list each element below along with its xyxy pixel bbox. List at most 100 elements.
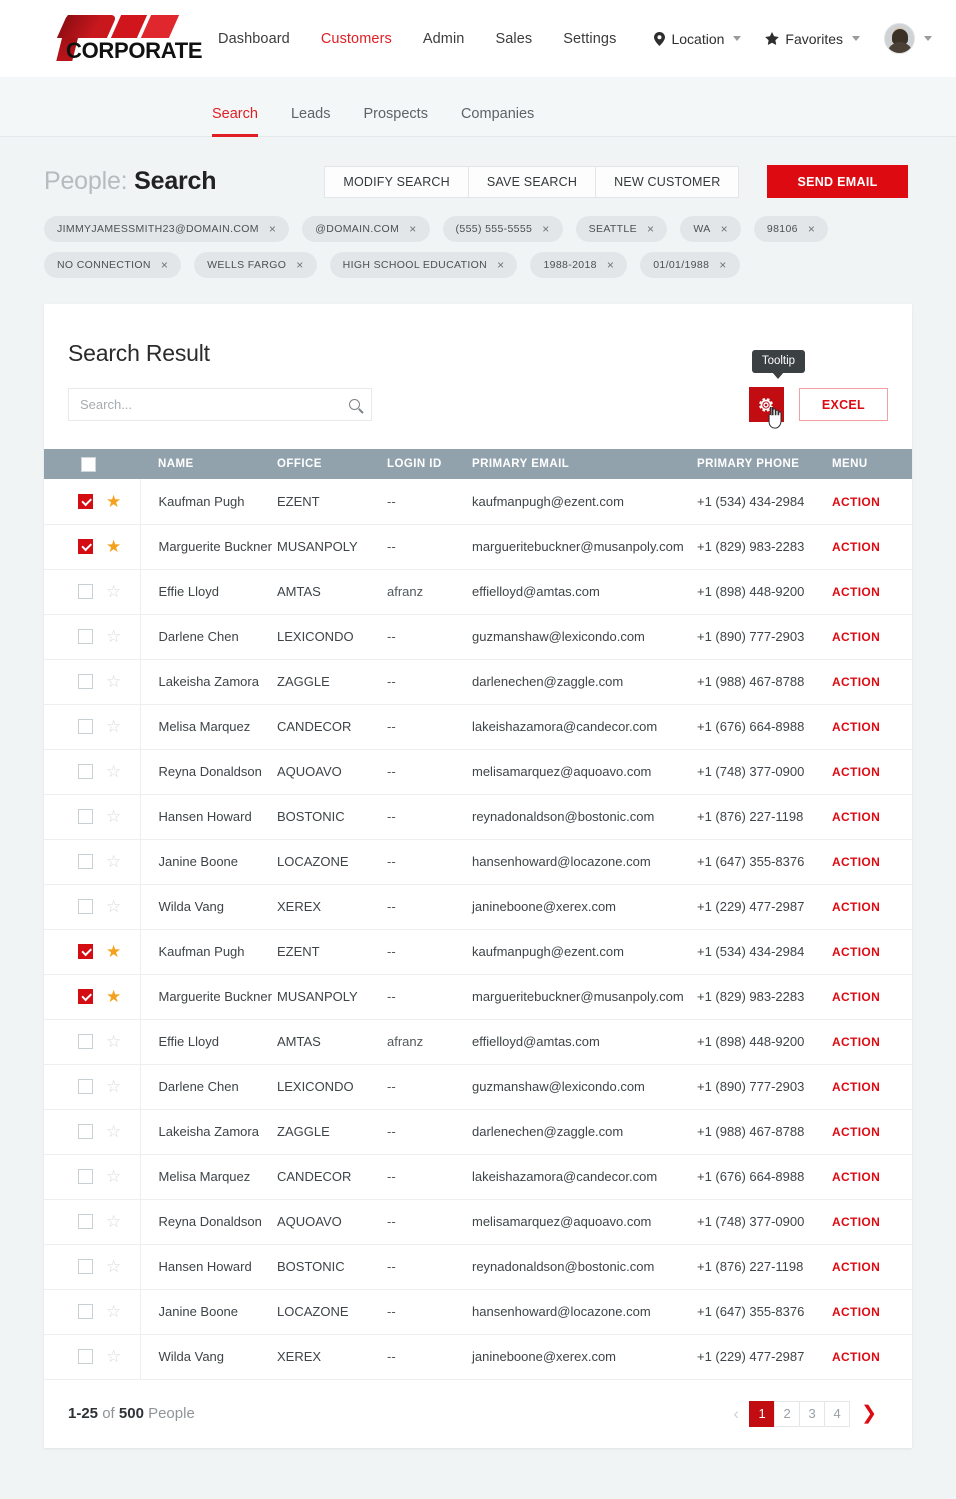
modify-search-button[interactable]: MODIFY SEARCH xyxy=(324,165,469,198)
row-action-link[interactable]: ACTION xyxy=(832,1125,880,1139)
chip-remove-icon[interactable]: × xyxy=(647,223,654,235)
filter-chip[interactable]: 01/01/1988 × xyxy=(640,252,740,278)
table-row[interactable]: ☆ Effie Lloyd AMTAS afranz effielloyd@amtas.… xyxy=(44,1019,912,1065)
filter-chip[interactable]: @DOMAIN.COM × xyxy=(302,216,430,242)
row-checkbox[interactable] xyxy=(78,584,93,600)
row-action-link[interactable]: ACTION xyxy=(832,1260,880,1274)
row-favorite-star-icon[interactable]: ☆ xyxy=(106,1167,121,1186)
row-favorite-star-icon[interactable]: ☆ xyxy=(106,1077,121,1096)
row-action-link[interactable]: ACTION xyxy=(832,810,880,824)
row-favorite-star-icon[interactable]: ☆ xyxy=(106,1302,121,1321)
send-email-button[interactable]: SEND EMAIL xyxy=(767,165,908,198)
filter-chip[interactable]: JIMMYJAMESSMITH23@DOMAIN.COM × xyxy=(44,216,290,242)
row-checkbox[interactable] xyxy=(78,899,93,915)
row-favorite-star-icon[interactable]: ★ xyxy=(106,492,121,511)
row-action-link[interactable]: ACTION xyxy=(832,495,880,509)
row-action-link[interactable]: ACTION xyxy=(832,990,880,1004)
table-row[interactable]: ★ Kaufman Pugh EZENT -- kaufmanpugh@ezent.co… xyxy=(44,929,912,975)
row-favorite-star-icon[interactable]: ☆ xyxy=(106,762,121,781)
select-all-checkbox[interactable] xyxy=(81,456,96,472)
chip-remove-icon[interactable]: × xyxy=(161,259,168,271)
row-checkbox[interactable] xyxy=(78,1079,93,1095)
row-favorite-star-icon[interactable]: ☆ xyxy=(106,1347,121,1366)
excel-export-button[interactable]: EXCEL xyxy=(798,388,888,421)
table-row[interactable]: ★ Marguerite Buckner MUSANPOLY -- marguerite… xyxy=(44,974,912,1020)
user-menu[interactable] xyxy=(884,23,932,54)
table-row[interactable]: ☆ Reyna Donaldson AQUOAVO -- melisamarquez@a… xyxy=(44,1199,912,1245)
row-favorite-star-icon[interactable]: ★ xyxy=(106,987,121,1006)
row-favorite-star-icon[interactable]: ☆ xyxy=(106,897,121,916)
tab-prospects[interactable]: Prospects xyxy=(363,106,427,136)
nav-item-admin[interactable]: Admin xyxy=(423,31,465,47)
row-action-link[interactable]: ACTION xyxy=(832,1215,880,1229)
nav-item-dashboard[interactable]: Dashboard xyxy=(218,31,290,47)
nav-item-customers[interactable]: Customers xyxy=(321,31,392,47)
table-row[interactable]: ★ Kaufman Pugh EZENT -- kaufmanpugh@ezent.co… xyxy=(44,479,912,525)
column-name[interactable]: NAME xyxy=(140,449,277,479)
column-menu[interactable]: MENU xyxy=(832,449,912,479)
filter-chip[interactable]: WA × xyxy=(680,216,741,242)
row-checkbox[interactable] xyxy=(78,1259,93,1275)
table-row[interactable]: ☆ Darlene Chen LEXICONDO -- guzmanshaw@lexic… xyxy=(44,614,912,660)
filter-chip[interactable]: SEATTLE × xyxy=(575,216,668,242)
row-checkbox[interactable] xyxy=(78,809,93,825)
column-login-id[interactable]: LOGIN ID xyxy=(387,449,472,479)
chip-remove-icon[interactable]: × xyxy=(721,223,728,235)
row-checkbox[interactable] xyxy=(78,629,93,645)
filter-chip[interactable]: 1988-2018 × xyxy=(530,252,628,278)
row-checkbox[interactable] xyxy=(78,764,93,780)
row-favorite-star-icon[interactable]: ☆ xyxy=(106,1032,121,1051)
table-row[interactable]: ☆ Lakeisha Zamora ZAGGLE -- darlenechen@zagg… xyxy=(44,659,912,705)
row-action-link[interactable]: ACTION xyxy=(832,630,880,644)
chip-remove-icon[interactable]: × xyxy=(719,259,726,271)
favorites-selector[interactable]: Favorites xyxy=(765,31,860,47)
row-checkbox[interactable] xyxy=(78,1169,93,1185)
table-row[interactable]: ☆ Janine Boone LOCAZONE -- hansenhoward@loca… xyxy=(44,1289,912,1335)
row-favorite-star-icon[interactable]: ★ xyxy=(106,537,121,556)
row-action-link[interactable]: ACTION xyxy=(832,1035,880,1049)
filter-chip[interactable]: 98106 × xyxy=(753,216,829,242)
chip-remove-icon[interactable]: × xyxy=(296,259,303,271)
column-primary-email[interactable]: PRIMARY EMAIL xyxy=(472,449,697,479)
filter-chip[interactable]: (555) 555-5555 × xyxy=(442,216,563,242)
table-row[interactable]: ☆ Wilda Vang XEREX -- janineboone@xerex.com +… xyxy=(44,884,912,930)
table-row[interactable]: ☆ Effie Lloyd AMTAS afranz effielloyd@amtas.… xyxy=(44,569,912,615)
table-row[interactable]: ★ Marguerite Buckner MUSANPOLY -- marguerite… xyxy=(44,524,912,570)
row-checkbox[interactable] xyxy=(78,1214,93,1230)
row-favorite-star-icon[interactable]: ☆ xyxy=(106,672,121,691)
row-action-link[interactable]: ACTION xyxy=(832,900,880,914)
row-action-link[interactable]: ACTION xyxy=(832,585,880,599)
row-favorite-star-icon[interactable]: ☆ xyxy=(106,627,121,646)
row-favorite-star-icon[interactable]: ☆ xyxy=(106,1122,121,1141)
row-favorite-star-icon[interactable]: ☆ xyxy=(106,1212,121,1231)
settings-gear-button[interactable] xyxy=(748,387,784,429)
filter-chip[interactable]: NO CONNECTION × xyxy=(44,252,182,278)
chip-remove-icon[interactable]: × xyxy=(497,259,504,271)
row-action-link[interactable]: ACTION xyxy=(832,675,880,689)
chip-remove-icon[interactable]: × xyxy=(542,223,549,235)
row-checkbox[interactable] xyxy=(78,1304,93,1320)
row-action-link[interactable]: ACTION xyxy=(832,765,880,779)
row-action-link[interactable]: ACTION xyxy=(832,1305,880,1319)
tab-companies[interactable]: Companies xyxy=(461,106,534,136)
column-office[interactable]: OFFICE xyxy=(277,449,387,479)
row-action-link[interactable]: ACTION xyxy=(832,855,880,869)
row-action-link[interactable]: ACTION xyxy=(832,540,880,554)
table-row[interactable]: ☆ Darlene Chen LEXICONDO -- guzmanshaw@lexic… xyxy=(44,1064,912,1110)
nav-item-sales[interactable]: Sales xyxy=(495,31,532,47)
row-favorite-star-icon[interactable]: ☆ xyxy=(106,1257,121,1276)
row-action-link[interactable]: ACTION xyxy=(832,1080,880,1094)
pagination-page-2[interactable]: 2 xyxy=(774,1400,801,1427)
row-action-link[interactable]: ACTION xyxy=(832,945,880,959)
table-row[interactable]: ☆ Hansen Howard BOSTONIC -- reynadonaldson@b… xyxy=(44,794,912,840)
brand-logo[interactable]: CORPORATE xyxy=(40,14,203,63)
pagination-page-1[interactable]: 1 xyxy=(749,1400,776,1427)
save-search-button[interactable]: SAVE SEARCH xyxy=(467,165,597,198)
tab-leads[interactable]: Leads xyxy=(291,106,331,136)
pagination-prev-icon[interactable]: ‹ xyxy=(722,1405,750,1422)
tab-search[interactable]: Search xyxy=(212,106,258,137)
chip-remove-icon[interactable]: × xyxy=(269,223,276,235)
table-row[interactable]: ☆ Reyna Donaldson AQUOAVO -- melisamarquez@a… xyxy=(44,749,912,795)
location-selector[interactable]: Location xyxy=(654,31,742,47)
row-favorite-star-icon[interactable]: ☆ xyxy=(106,582,121,601)
